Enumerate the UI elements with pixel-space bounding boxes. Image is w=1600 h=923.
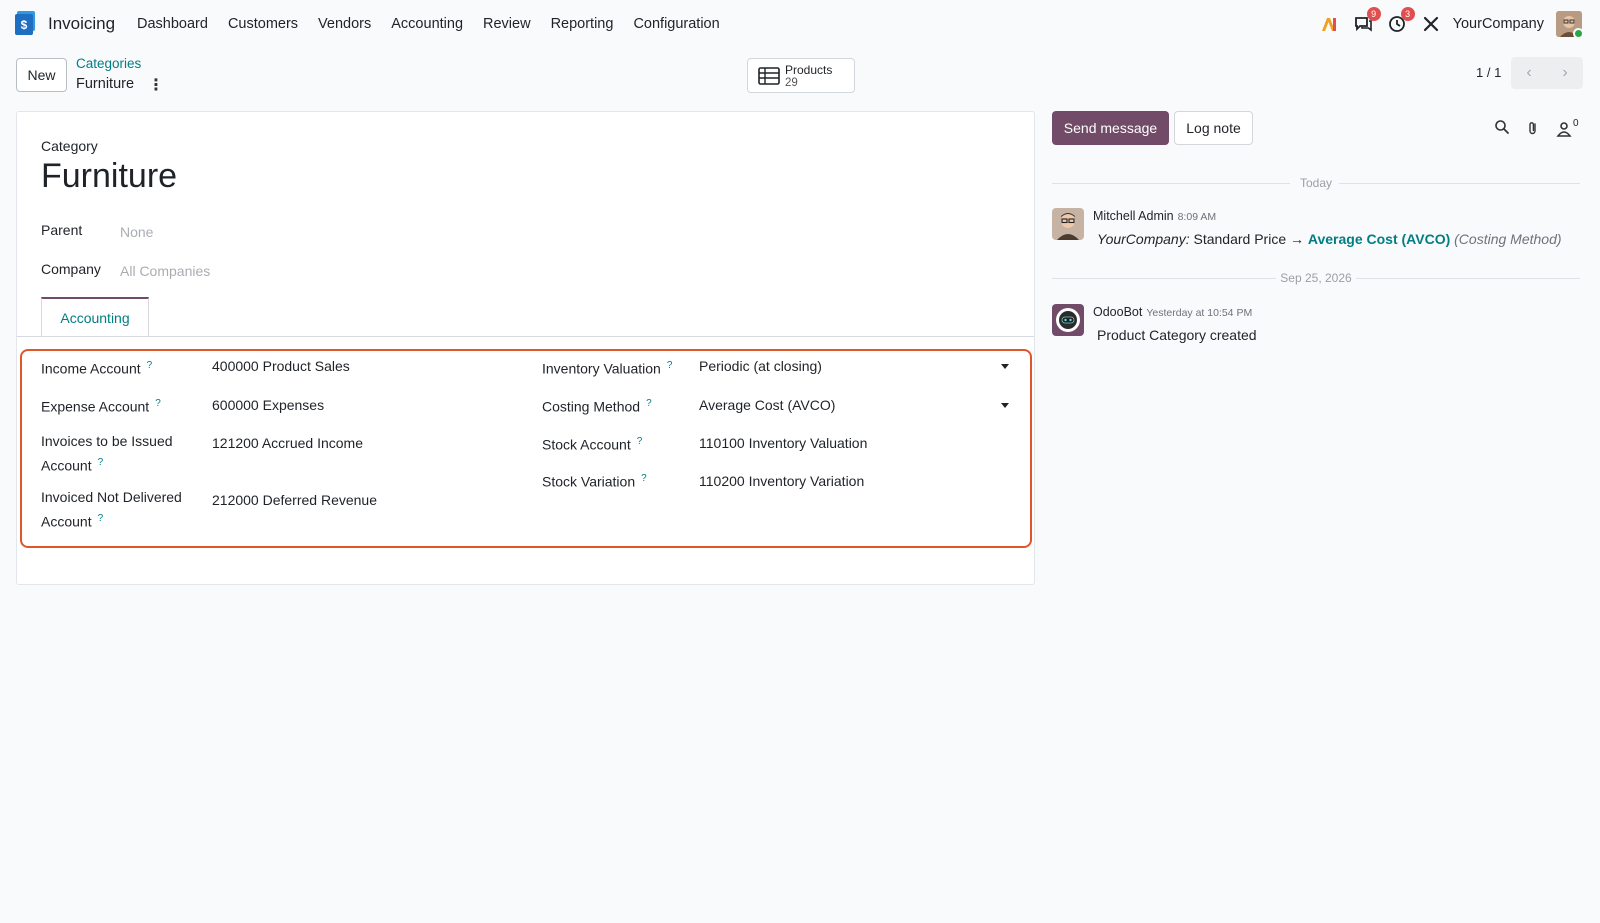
inventory-valuation-select[interactable]: Periodic (at closing) — [699, 358, 822, 374]
search-icon[interactable] — [1494, 119, 1510, 135]
expense-account-label: Expense Account? — [41, 398, 161, 415]
date-separator-today: Today — [1052, 176, 1580, 190]
company-label: Company — [41, 261, 101, 277]
messages-badge: 9 — [1366, 7, 1381, 21]
parent-input[interactable]: None — [120, 224, 153, 240]
chevron-down-icon[interactable] — [1001, 364, 1009, 369]
costing-method-label: Costing Method? — [542, 398, 652, 415]
menu-review[interactable]: Review — [483, 16, 531, 32]
followers-count: 0 — [1573, 118, 1579, 129]
messages-icon[interactable]: 9 — [1353, 7, 1381, 34]
stock-account-label: Stock Account? — [542, 436, 643, 453]
menu-configuration[interactable]: Configuration — [633, 16, 719, 32]
tab-divider — [17, 336, 1034, 337]
actions-menu-icon[interactable]: ⋮ — [148, 75, 164, 95]
help-icon[interactable]: ? — [641, 473, 647, 484]
menu-dashboard[interactable]: Dashboard — [137, 16, 208, 32]
company-input[interactable]: All Companies — [120, 263, 210, 279]
income-account-label: Income Account? — [41, 360, 153, 377]
pager-previous-icon[interactable]: ‹ — [1511, 57, 1547, 89]
list-table-icon — [758, 67, 780, 85]
avatar[interactable] — [1052, 208, 1084, 240]
followers-icon[interactable] — [1556, 121, 1572, 137]
tracking-message-body: YourCompany: Standard Price → Average Co… — [1097, 231, 1562, 247]
odoobot-avatar[interactable] — [1052, 304, 1084, 336]
stock-variation-input[interactable]: 110200 Inventory Variation — [699, 473, 864, 489]
smart-button-title: Products — [785, 63, 833, 77]
paperclip-icon[interactable] — [1525, 120, 1541, 136]
menu-customers[interactable]: Customers — [228, 16, 298, 32]
user-avatar[interactable] — [1556, 11, 1582, 37]
smart-button-count: 29 — [785, 77, 798, 89]
date-separator-date: Sep 25, 2026 — [1052, 271, 1580, 285]
main-menu: Dashboard Customers Vendors Accounting R… — [137, 16, 740, 32]
send-message-button[interactable]: Send message — [1052, 111, 1169, 145]
expense-account-input[interactable]: 600000 Expenses — [212, 397, 324, 413]
help-icon[interactable]: ? — [98, 457, 104, 468]
breadcrumb-categories[interactable]: Categories — [76, 56, 141, 71]
message-author: Mitchell Admin 8:09 AM — [1093, 209, 1217, 223]
help-icon[interactable]: ? — [155, 398, 161, 409]
stock-account-input[interactable]: 110100 Inventory Valuation — [699, 435, 867, 451]
debug-tools-icon[interactable] — [1421, 14, 1441, 34]
pager-next-icon[interactable]: › — [1547, 57, 1583, 89]
help-icon[interactable]: ? — [646, 398, 652, 409]
company-switcher[interactable]: YourCompany — [1453, 16, 1544, 32]
new-button[interactable]: New — [16, 58, 67, 92]
invoices-to-be-issued-input[interactable]: 121200 Accrued Income — [212, 435, 363, 451]
category-label: Category — [41, 138, 98, 154]
app-name[interactable]: Invoicing — [48, 14, 115, 34]
pager-value[interactable]: 1 / 1 — [1476, 65, 1501, 80]
menu-accounting[interactable]: Accounting — [391, 16, 463, 32]
svg-text:$: $ — [21, 18, 28, 32]
activities-badge: 3 — [1400, 7, 1415, 21]
parent-label: Parent — [41, 222, 83, 238]
breadcrumb-current: Furniture — [76, 76, 135, 92]
invoices-to-be-issued-label: Invoices to be Issued Account? — [41, 433, 173, 474]
chevron-down-icon[interactable] — [1001, 403, 1009, 408]
stock-variation-label: Stock Variation? — [542, 473, 647, 490]
invoiced-not-delivered-label: Invoiced Not Delivered Account? — [41, 489, 182, 530]
pager-buttons: ‹ › — [1511, 57, 1583, 89]
log-note-button[interactable]: Log note — [1174, 111, 1253, 145]
invoiced-not-delivered-input[interactable]: 212000 Deferred Revenue — [212, 492, 377, 508]
online-status-dot — [1573, 28, 1582, 37]
tab-accounting[interactable]: Accounting — [41, 297, 149, 337]
systray: 9 3 YourCompany — [1305, 7, 1600, 38]
menu-reporting[interactable]: Reporting — [551, 16, 614, 32]
costing-method-select[interactable]: Average Cost (AVCO) — [699, 397, 835, 413]
products-smart-button[interactable]: Products 29 — [747, 58, 855, 93]
message-author: OdooBot Yesterday at 10:54 PM — [1093, 305, 1253, 319]
help-icon[interactable]: ? — [98, 513, 104, 524]
category-name-input[interactable]: Furniture — [41, 157, 177, 196]
invoicing-app-icon[interactable]: $ — [15, 11, 37, 35]
activity-clock-icon[interactable]: 3 — [1387, 7, 1415, 34]
help-icon[interactable]: ? — [667, 360, 673, 371]
ai-icon[interactable] — [1319, 14, 1339, 34]
top-navbar: $ Invoicing Dashboard Customers Vendors … — [0, 0, 1600, 47]
message-body: Product Category created — [1097, 327, 1257, 343]
inventory-valuation-label: Inventory Valuation? — [542, 360, 673, 377]
menu-vendors[interactable]: Vendors — [318, 16, 371, 32]
income-account-input[interactable]: 400000 Product Sales — [212, 358, 350, 374]
help-icon[interactable]: ? — [147, 360, 153, 371]
help-icon[interactable]: ? — [637, 436, 643, 447]
